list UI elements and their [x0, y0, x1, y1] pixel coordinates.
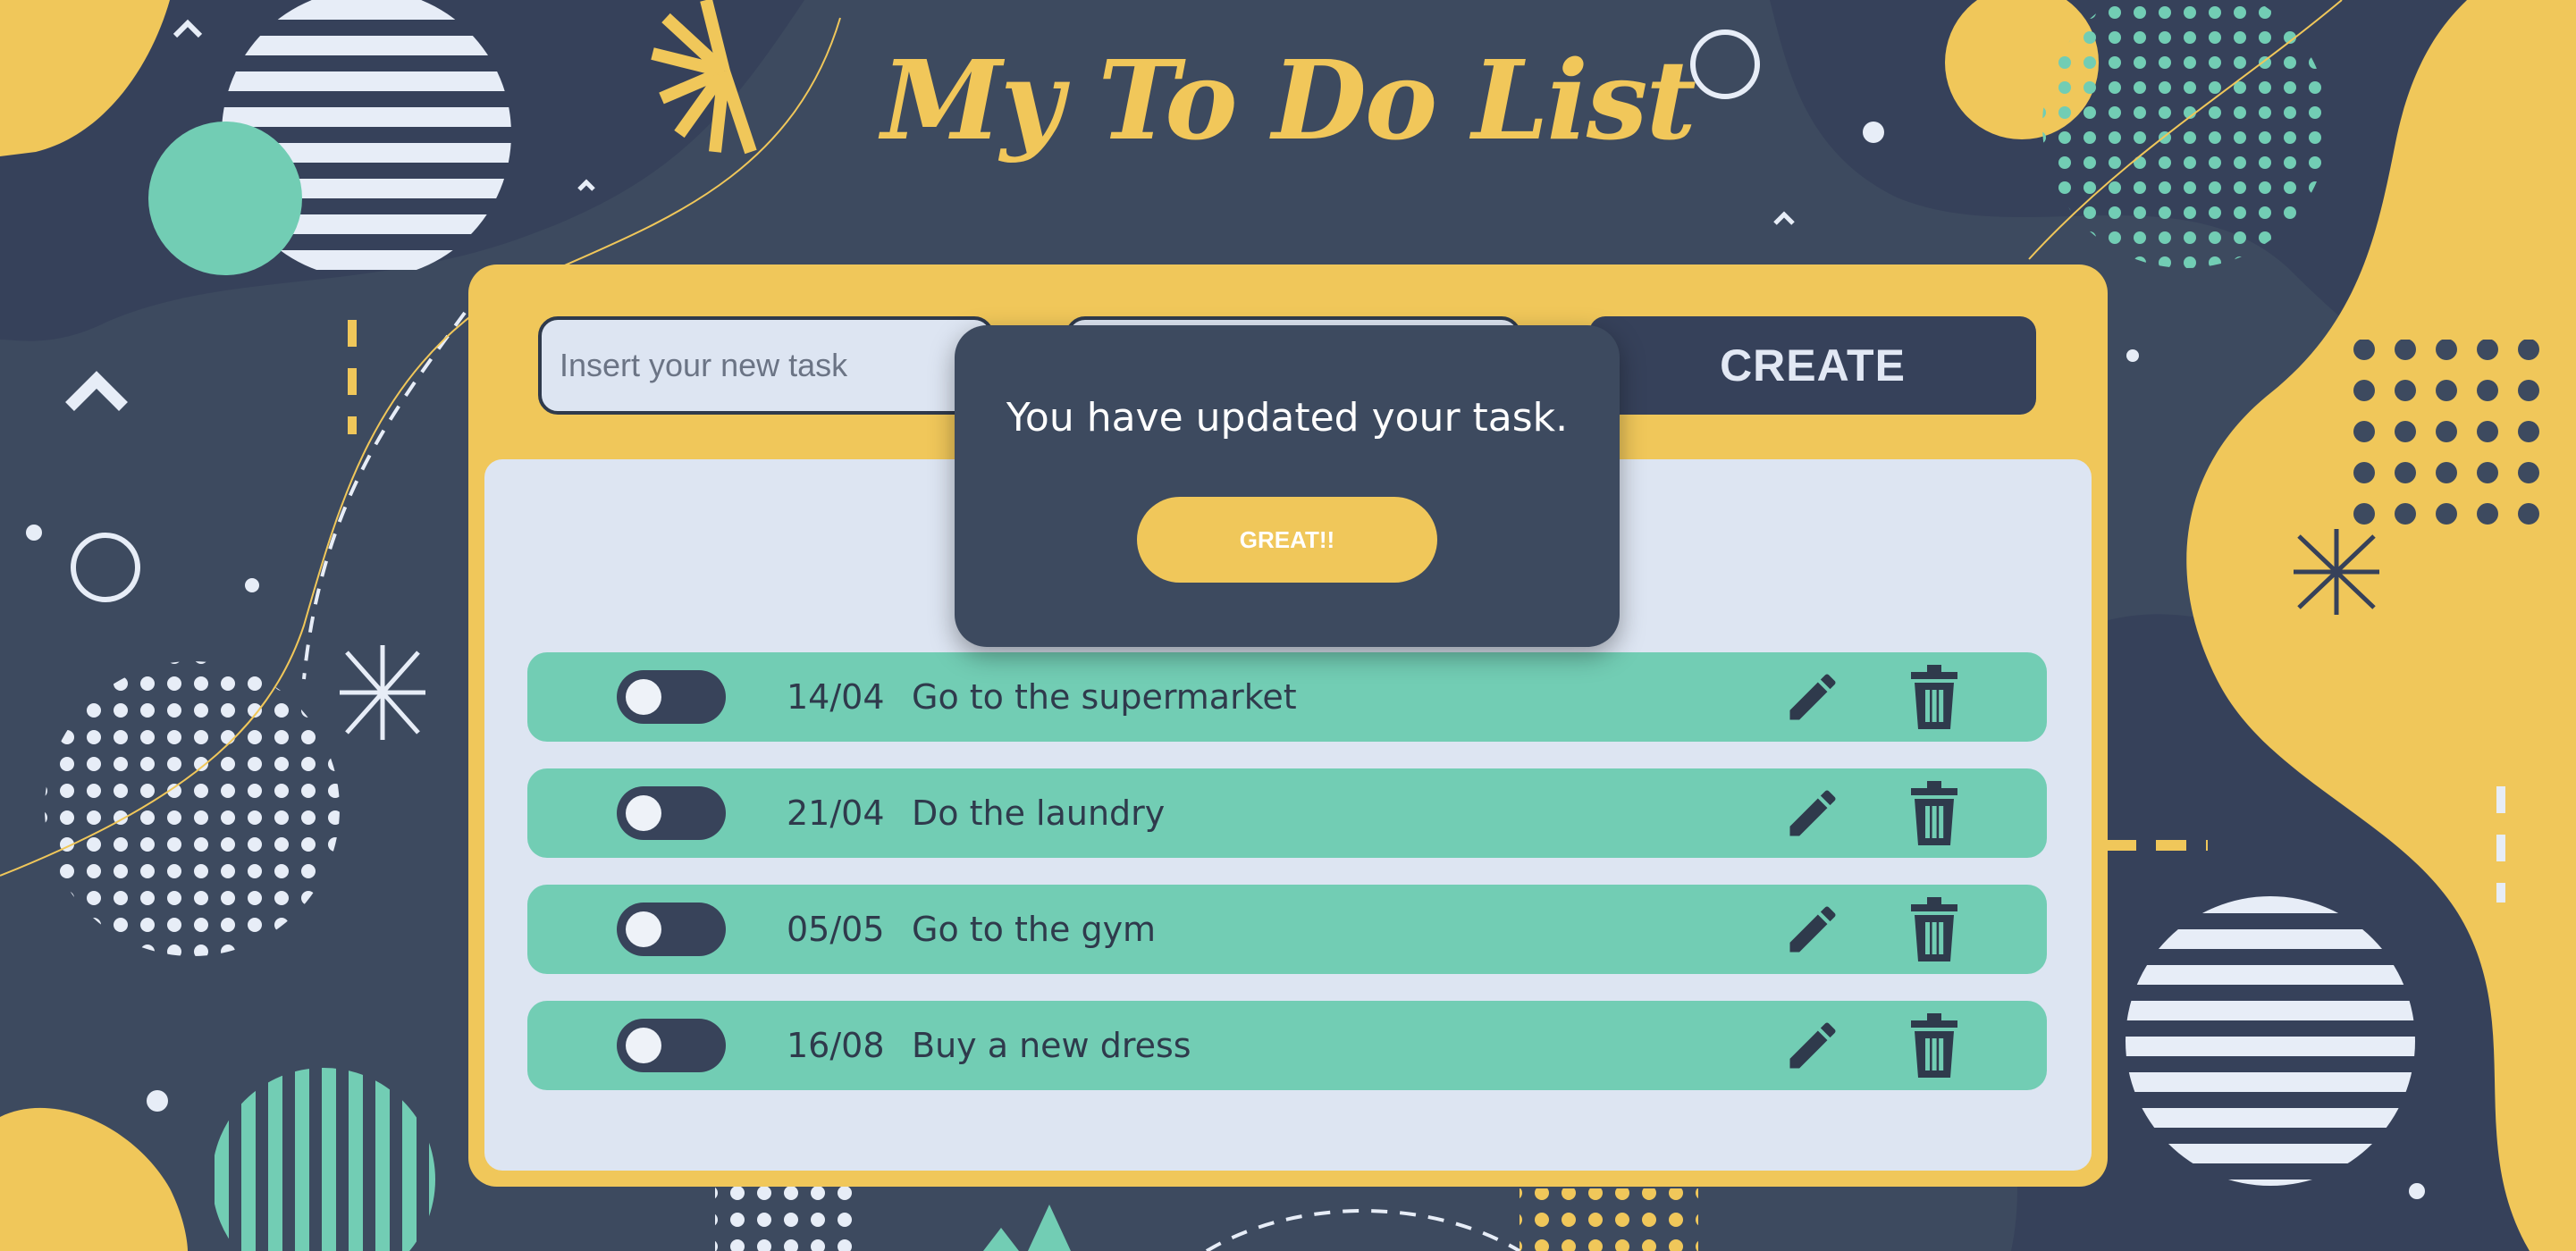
trash-icon[interactable]: [1911, 665, 1957, 729]
task-done-toggle[interactable]: [617, 670, 726, 724]
task-date: 05/05: [787, 910, 885, 949]
pencil-icon[interactable]: [1782, 783, 1843, 844]
task-done-toggle[interactable]: [617, 786, 726, 840]
task-done-toggle[interactable]: [617, 903, 726, 956]
create-button[interactable]: CREATE: [1589, 316, 2036, 415]
pencil-icon[interactable]: [1782, 667, 1843, 727]
task-row: 16/08 Buy a new dress: [527, 1001, 2047, 1090]
task-date: 21/04: [787, 793, 885, 833]
toggle-knob: [626, 795, 661, 831]
trash-icon[interactable]: [1911, 1013, 1957, 1078]
modal-message: You have updated your task.: [1006, 395, 1569, 441]
task-text: Go to the supermarket: [912, 677, 1297, 717]
task-text: Go to the gym: [912, 910, 1157, 949]
new-task-input[interactable]: [538, 316, 994, 415]
task-date: 14/04: [787, 677, 885, 717]
task-row: 05/05 Go to the gym: [527, 885, 2047, 974]
modal-confirm-button[interactable]: GREAT!!: [1137, 497, 1437, 583]
pencil-icon[interactable]: [1782, 1015, 1843, 1076]
toggle-knob: [626, 1028, 661, 1063]
task-list: 14/04 Go to the supermarket 21/04 Do the…: [527, 652, 2047, 1117]
task-text: Do the laundry: [912, 793, 1166, 833]
toggle-knob: [626, 911, 661, 947]
task-text: Buy a new dress: [912, 1026, 1191, 1065]
task-row: 14/04 Go to the supermarket: [527, 652, 2047, 742]
update-confirmation-modal: You have updated your task. GREAT!!: [955, 325, 1620, 647]
task-done-toggle[interactable]: [617, 1019, 726, 1072]
trash-icon[interactable]: [1911, 897, 1957, 961]
task-row: 21/04 Do the laundry: [527, 768, 2047, 858]
trash-icon[interactable]: [1911, 781, 1957, 845]
page-title: My To Do List: [881, 36, 1696, 164]
pencil-icon[interactable]: [1782, 899, 1843, 960]
toggle-knob: [626, 679, 661, 715]
task-date: 16/08: [787, 1026, 885, 1065]
